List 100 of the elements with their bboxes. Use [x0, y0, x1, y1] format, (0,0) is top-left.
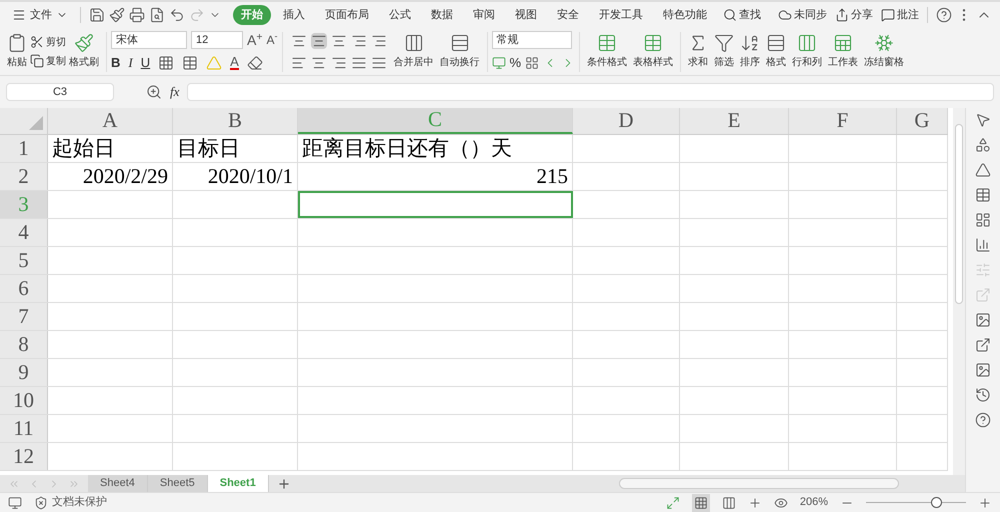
save-icon[interactable] [89, 7, 105, 23]
number-format-dropdown[interactable]: 常规 [492, 30, 572, 49]
row-header[interactable]: 1 [0, 135, 48, 162]
comment-button[interactable]: 批注 [881, 6, 919, 24]
print-icon[interactable] [129, 7, 145, 23]
export-icon[interactable] [975, 337, 991, 353]
sum-button[interactable]: 求和 [685, 33, 712, 70]
ribbon-tab[interactable]: 特色功能 [655, 6, 715, 24]
file-menu[interactable]: 文件 [8, 6, 72, 24]
table-icon[interactable] [975, 187, 991, 203]
vertical-scrollbar[interactable] [953, 108, 965, 475]
sliders-icon[interactable] [975, 262, 991, 278]
font-color-button[interactable]: A [230, 55, 239, 70]
zoom-slider-thumb[interactable] [931, 497, 942, 508]
column-header[interactable]: E [680, 108, 789, 134]
borders-icon[interactable] [158, 54, 174, 70]
share-button[interactable]: 分享 [835, 6, 873, 24]
column-header[interactable]: G [897, 108, 948, 134]
shrink-font-button[interactable]: A$^{-}$ [266, 34, 278, 46]
page-break-icon[interactable] [722, 496, 736, 510]
sheet-tab[interactable]: Sheet4 [88, 475, 148, 492]
worksheet-button[interactable]: 工作表 [825, 33, 862, 70]
border-style-icon[interactable] [182, 54, 198, 70]
eraser-icon[interactable] [246, 54, 263, 70]
horizontal-scrollbar[interactable] [618, 478, 899, 489]
shapes-icon[interactable] [975, 137, 991, 153]
sheet-tab[interactable]: Sheet5 [148, 475, 208, 492]
menu-icon [12, 8, 26, 22]
fullscreen-icon[interactable] [666, 496, 680, 510]
image-icon[interactable] [975, 312, 991, 328]
ribbon-tab[interactable]: 插入 [275, 6, 313, 24]
search-button[interactable]: 查找 [719, 6, 765, 24]
chart-icon[interactable] [975, 237, 991, 253]
help-icon[interactable] [936, 7, 952, 23]
print-preview-icon[interactable] [149, 7, 165, 23]
row-header[interactable]: 12 [0, 443, 48, 470]
row-header[interactable]: 7 [0, 303, 48, 330]
paste-button[interactable]: 粘贴 [4, 33, 30, 70]
freeze-panes-button[interactable]: 冻结窗格 [861, 33, 908, 70]
ribbon-tab[interactable]: 页面布局 [317, 6, 377, 24]
active-cell[interactable] [298, 191, 573, 218]
row-header[interactable]: 6 [0, 275, 48, 302]
row-header[interactable]: 11 [0, 415, 48, 442]
grow-font-button[interactable]: A$^{+}$ [247, 32, 262, 47]
underline-button[interactable]: U [140, 52, 150, 72]
row-header[interactable]: 2 [0, 163, 48, 190]
ribbon-tab[interactable]: 开发工具 [591, 6, 651, 24]
zoom-icon[interactable] [146, 84, 162, 100]
column-header[interactable]: D [573, 108, 680, 134]
row-header[interactable]: 10 [0, 387, 48, 414]
add-sheet-icon[interactable] [276, 476, 291, 490]
row-header[interactable]: 9 [0, 359, 48, 386]
snowflake-icon [874, 33, 894, 53]
rows-columns-button[interactable]: 行和列 [789, 33, 826, 70]
protection-status[interactable]: 文档未保护 [34, 494, 107, 511]
column-header[interactable]: A [48, 108, 173, 134]
ribbon-tab[interactable]: 数据 [423, 6, 461, 24]
history-icon[interactable] [975, 387, 991, 403]
sort-button[interactable]: 排序 [737, 33, 764, 70]
zoom-in-icon[interactable] [978, 496, 992, 510]
row-header[interactable]: 5 [0, 247, 48, 274]
font-dropdown[interactable]: 宋体 [111, 30, 187, 49]
ribbon-tab[interactable]: 公式 [381, 6, 419, 24]
conditional-format-button[interactable]: 条件格式 [584, 33, 630, 70]
italic-button[interactable]: I [128, 52, 133, 72]
name-box[interactable]: C3 [6, 83, 114, 101]
merge-center-button[interactable]: 合并居中 [390, 33, 436, 70]
ribbon-tab[interactable]: 审阅 [465, 6, 503, 24]
percent-button[interactable]: % [510, 52, 522, 72]
wrap-text-button[interactable]: 自动换行 [436, 33, 482, 70]
select-icon[interactable] [975, 112, 991, 128]
help-icon[interactable] [975, 412, 991, 428]
format-painter-button[interactable]: 格式刷 [66, 33, 102, 70]
filter-button[interactable]: 筛选 [711, 33, 738, 70]
cell-text: 起始日 [52, 134, 115, 162]
eye-protection-icon[interactable] [774, 496, 788, 510]
function-button[interactable]: fx [170, 82, 180, 102]
undo-icon[interactable] [169, 7, 185, 23]
ribbon-tab[interactable]: 视图 [507, 6, 545, 24]
clipboard-icon [7, 33, 27, 53]
shield-icon [34, 496, 48, 510]
normal-view-icon[interactable] [692, 494, 710, 512]
formula-input[interactable] [187, 83, 994, 101]
layout-icon[interactable] [975, 212, 991, 228]
cut-button[interactable]: 剪切 [30, 34, 66, 50]
column-header[interactable]: F [789, 108, 897, 134]
share-icon [835, 8, 849, 22]
row-header[interactable]: 4 [0, 219, 48, 246]
paintbrush-icon [74, 33, 94, 53]
row-header[interactable]: 8 [0, 331, 48, 358]
sync-button[interactable]: 未同步 [778, 6, 827, 24]
format-button[interactable]: 格式 [763, 33, 790, 70]
align-middle-icon[interactable] [310, 32, 326, 48]
zoom-level[interactable]: 206% [800, 494, 828, 511]
table-style-button[interactable]: 表格样式 [630, 33, 676, 70]
bold-button[interactable]: B [111, 52, 120, 72]
ribbon-tab[interactable]: 安全 [549, 6, 587, 24]
copy-button[interactable]: 复制 [30, 54, 66, 68]
picture-icon[interactable] [975, 362, 991, 378]
font-size-dropdown[interactable]: 12 [191, 30, 243, 49]
